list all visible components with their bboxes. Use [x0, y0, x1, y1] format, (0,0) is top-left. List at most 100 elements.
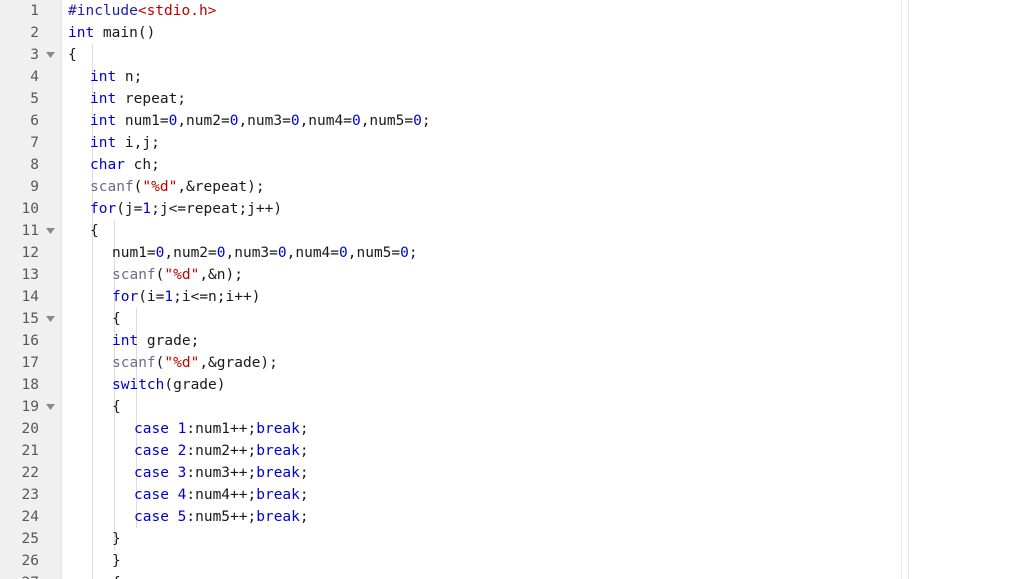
token-num: 0 [351, 113, 361, 129]
code-line[interactable]: scanf("%d",&repeat); [63, 176, 431, 198]
token-id: i,j; [116, 135, 160, 151]
token-num: 1 [142, 201, 152, 217]
code-line[interactable]: case 5:num5++;break; [63, 506, 431, 528]
token-id: ,num4= [286, 245, 340, 261]
code-line[interactable]: } [63, 528, 431, 550]
token-brace: { [112, 311, 121, 327]
line-number: 17 [21, 355, 39, 371]
code-line[interactable]: } [63, 550, 431, 572]
token-num: 0 [413, 113, 422, 129]
token-id: ; [408, 245, 418, 261]
token-kw: break [256, 443, 300, 459]
code-line[interactable]: switch(grade) [63, 374, 431, 396]
token-id: repeat; [116, 91, 187, 107]
token-id: (grade) [164, 377, 226, 393]
token-num: 0 [216, 245, 226, 261]
line-number: 10 [21, 201, 39, 217]
code-line[interactable]: { [63, 44, 431, 66]
token-id: :num3++; [186, 465, 257, 481]
token-id: ; [299, 443, 309, 459]
token-kw: break [256, 487, 300, 503]
token-id: :num5++; [186, 509, 257, 525]
token-id [169, 443, 178, 459]
chevron-down-icon[interactable] [44, 220, 56, 242]
token-id: n; [116, 69, 143, 85]
token-kw: char [90, 157, 125, 173]
code-line[interactable]: { [63, 396, 431, 418]
line-number: 4 [30, 69, 39, 85]
token-kw: case [134, 465, 169, 481]
token-id [169, 487, 178, 503]
code-line[interactable]: { [63, 220, 431, 242]
token-id: ;i<=n;i++) [173, 289, 261, 305]
token-id: ,num4= [299, 113, 352, 129]
chevron-down-icon[interactable] [44, 44, 56, 66]
token-id [169, 421, 178, 437]
token-fn: scanf [90, 179, 134, 195]
code-line[interactable]: case 4:num4++;break; [63, 484, 431, 506]
token-id: ch; [124, 157, 160, 173]
line-number: 14 [21, 289, 39, 305]
line-number-list: 1 2 3 4 5 6 7 8 9 10 11 12 13 14 15 16 17 18 19 20 21 22 23 24 2… [0, 0, 62, 579]
line-number: 7 [30, 135, 39, 151]
code-surface[interactable]: #include<stdio.h> int main(){int n; int re… [63, 0, 1026, 579]
line-number: 3 [0, 44, 62, 66]
token-kw: switch [112, 377, 165, 393]
code-editor[interactable]: 1 2 3 4 5 6 7 8 9 10 11 12 13 14 15 16 17 18 19 20 21 22 23 24 2… [0, 0, 1026, 579]
code-line[interactable]: { [63, 308, 431, 330]
token-id: ,&grade); [199, 355, 278, 371]
line-number: 12 [21, 245, 39, 261]
line-number: 6 [30, 113, 39, 129]
token-id [169, 509, 178, 525]
code-line[interactable]: int repeat; [63, 88, 431, 110]
code-line[interactable]: int main() [63, 22, 431, 44]
code-line[interactable]: int num1=0,num2=0,num3=0,num4=0,num5=0; [63, 110, 431, 132]
token-kw: int [112, 333, 139, 349]
line-number: 21 [21, 443, 39, 459]
token-id: ,&n); [199, 267, 243, 283]
line-number: 24 [21, 509, 39, 525]
chevron-down-icon[interactable] [44, 308, 56, 330]
code-line[interactable]: case 3:num3++;break; [63, 462, 431, 484]
token-kw: for [112, 289, 139, 305]
token-kw: int [90, 113, 117, 129]
code-line[interactable]: scanf("%d",&grade); [63, 352, 431, 374]
line-number-gutter: 1 2 3 4 5 6 7 8 9 10 11 12 13 14 15 16 17 18 19 20 21 22 23 24 2… [0, 0, 62, 579]
token-brace: } [112, 553, 121, 569]
code-line[interactable]: #include<stdio.h> [63, 0, 431, 22]
code-line[interactable]: int i,j; [63, 132, 431, 154]
code-line[interactable]: num1=0,num2=0,num3=0,num4=0,num5=0; [63, 242, 431, 264]
token-kw: case [134, 421, 169, 437]
token-kw: int [90, 135, 117, 151]
chevron-down-icon[interactable] [44, 396, 56, 418]
token-id: num1= [116, 113, 169, 129]
token-id: ,num3= [238, 113, 291, 129]
token-kw: break [256, 465, 300, 481]
code-line[interactable]: case 1:num1++;break; [63, 418, 431, 440]
code-line[interactable]: int grade; [63, 330, 431, 352]
line-number: 19 [0, 396, 62, 418]
token-id [169, 465, 178, 481]
token-kw: case [134, 443, 169, 459]
code-line[interactable]: int n; [63, 66, 431, 88]
code-text[interactable]: #include<stdio.h> int main(){int n; int re… [63, 0, 431, 579]
token-brace: { [68, 47, 77, 63]
line-number: 18 [21, 377, 39, 393]
line-number: 9 [30, 179, 39, 195]
code-line[interactable]: for(i=1;i<=n;i++) [63, 286, 431, 308]
code-line[interactable]: case 2:num2++;break; [63, 440, 431, 462]
token-id: :num4++; [186, 487, 257, 503]
token-id: :num1++; [186, 421, 257, 437]
code-line[interactable]: char ch; [63, 154, 431, 176]
code-line[interactable]: for(j=1;j<=repeat;j++) [63, 198, 431, 220]
token-num: 1 [164, 289, 174, 305]
token-kw: break [256, 421, 300, 437]
token-num: 0 [400, 245, 409, 261]
token-kw: int [90, 91, 117, 107]
token-id: ; [299, 421, 309, 437]
token-brace: { [112, 399, 121, 415]
code-line[interactable]: scanf("%d",&n); [63, 264, 431, 286]
line-number: 8 [30, 157, 39, 173]
code-line[interactable]: { [63, 572, 431, 579]
token-fn: scanf [112, 267, 156, 283]
